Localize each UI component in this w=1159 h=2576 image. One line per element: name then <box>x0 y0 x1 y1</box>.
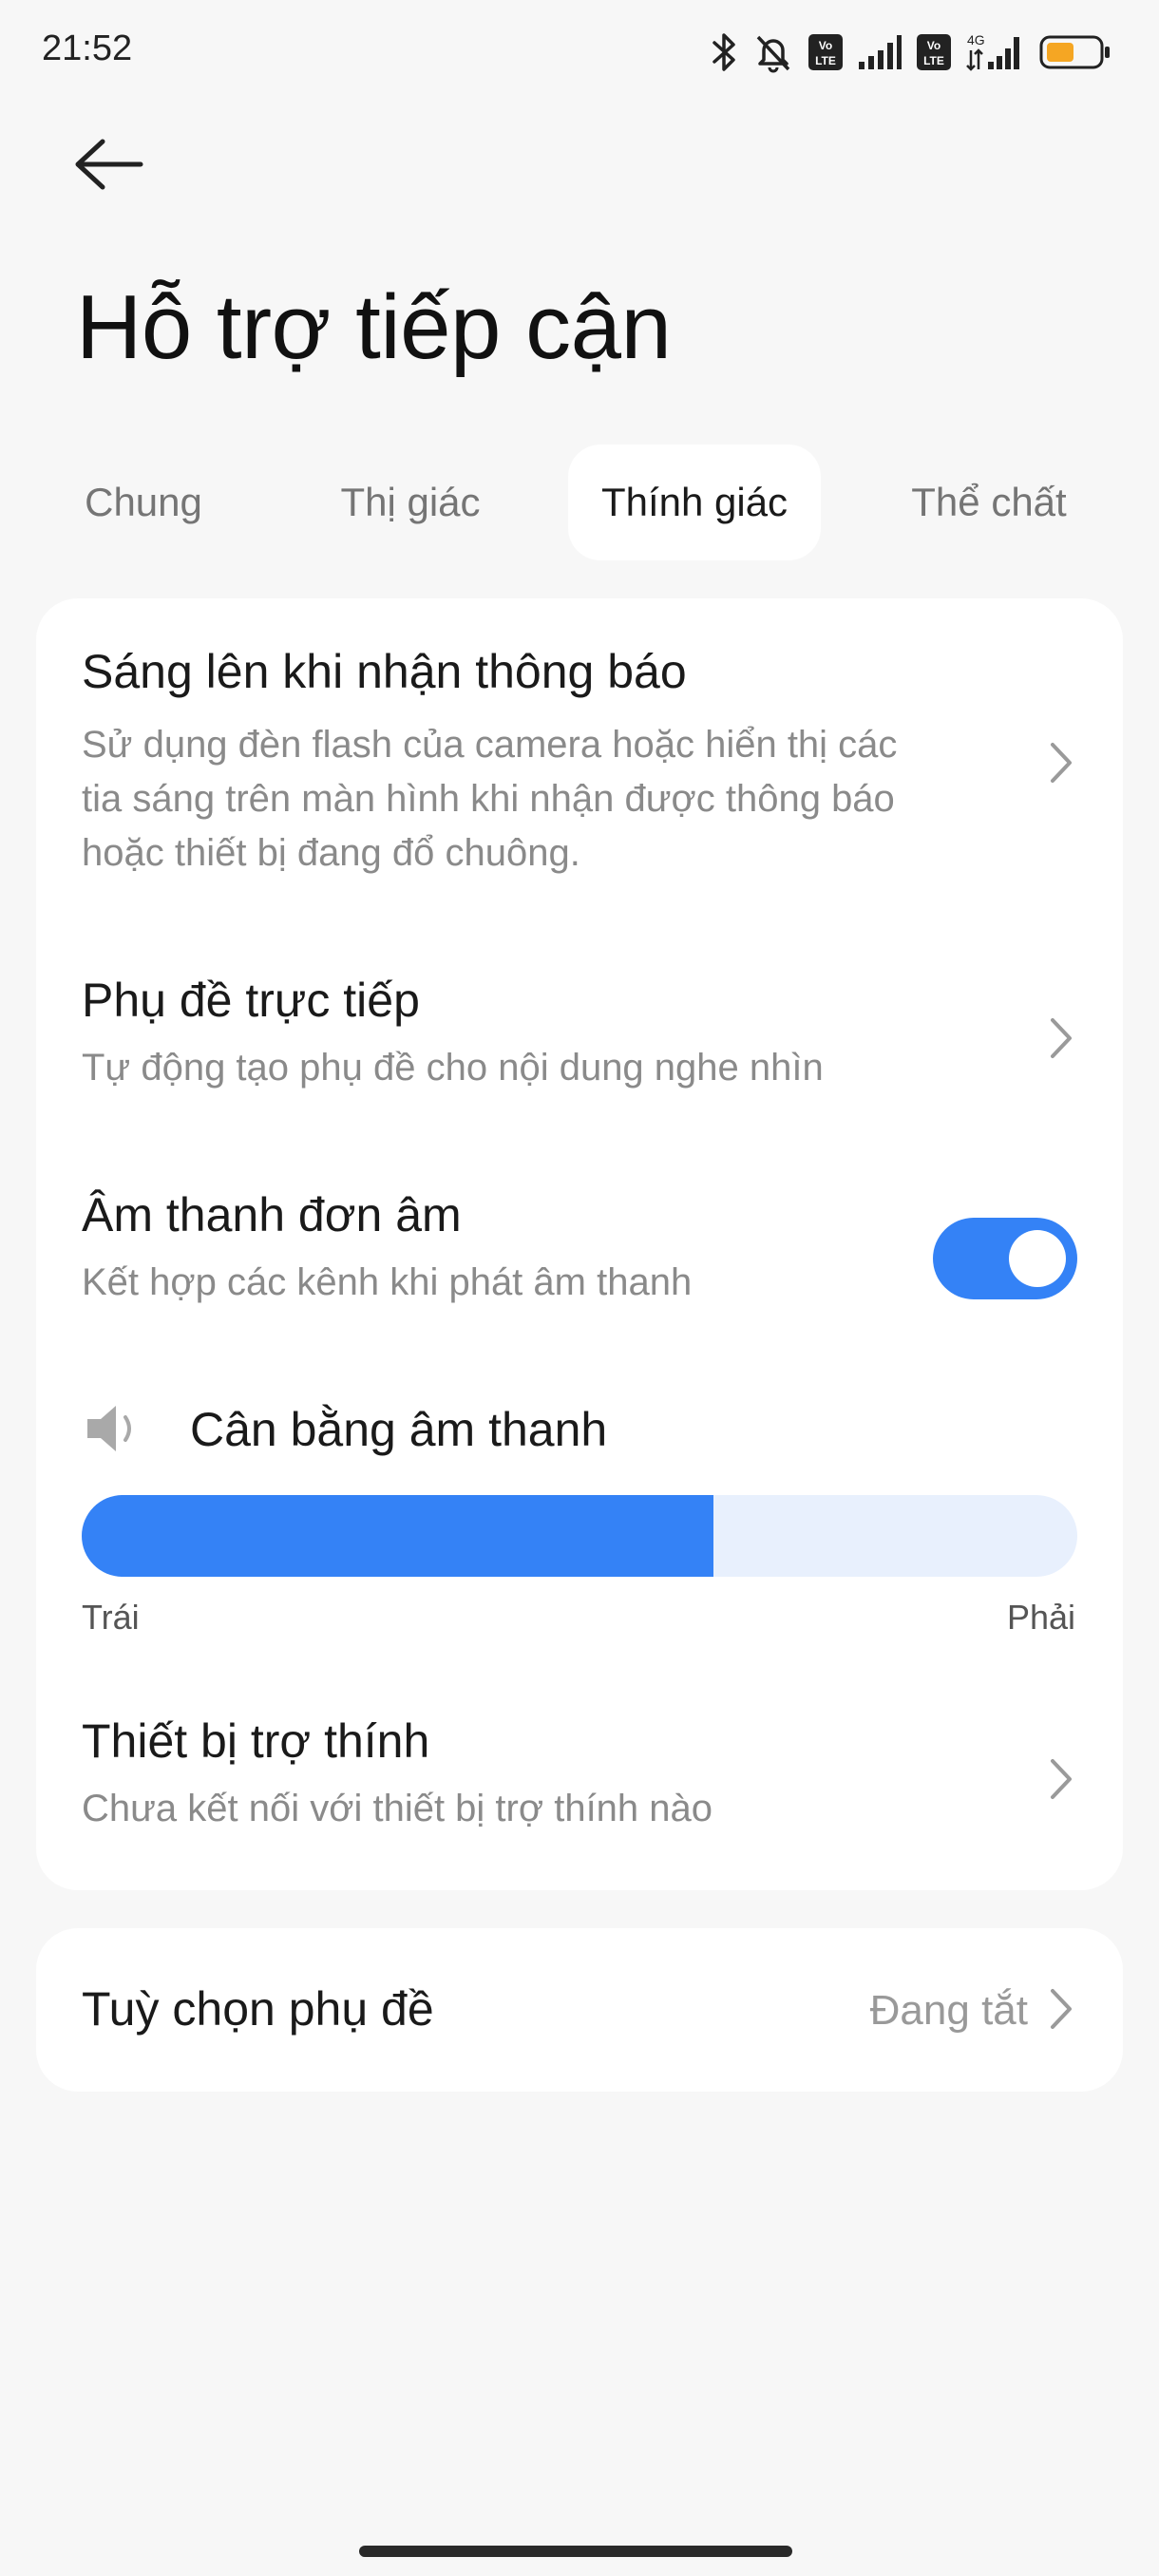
speaker-icon <box>87 1406 131 1451</box>
caption-options-value: Đang tắt <box>869 1987 1028 2034</box>
chevron-right-icon <box>1051 1989 1072 2029</box>
hearing-aids-subtitle: Chưa kết nối với thiết bị trợ thính nào <box>82 1788 713 1829</box>
chevron-right-icon <box>1051 1759 1072 1799</box>
tab-vision[interactable]: Thị giác <box>310 445 511 560</box>
tab-general[interactable]: Chung <box>46 445 241 560</box>
flash-notifications-title: Sáng lên khi nhận thông báo <box>82 645 687 698</box>
hearing-settings-card: Sáng lên khi nhận thông báo Sử dụng đèn … <box>36 598 1123 1890</box>
status-time: 21:52 <box>42 28 133 68</box>
accessibility-screen: 21:52 Vo LTE Vo LTE 4G Hỗ trợ tiếp cận C… <box>0 0 1159 2576</box>
page-title: Hỗ trợ tiếp cận <box>76 276 672 378</box>
toggle-knob <box>1009 1230 1066 1287</box>
balance-right-label: Phải <box>1006 1598 1075 1637</box>
back-button[interactable] <box>74 131 160 198</box>
tab-bar: Chung Thị giác Thính giác Thể chất <box>0 445 1159 560</box>
mono-audio-toggle[interactable] <box>933 1218 1077 1299</box>
flash-notifications-row[interactable]: Sáng lên khi nhận thông báo Sử dụng đèn … <box>36 598 1123 902</box>
svg-text:LTE: LTE <box>923 54 944 67</box>
arrow-left-icon <box>75 139 143 190</box>
silent-bell-icon <box>752 31 794 73</box>
balance-left-label: Trái <box>82 1598 140 1637</box>
battery-icon <box>1039 33 1112 71</box>
mono-audio-title: Âm thanh đơn âm <box>82 1188 462 1241</box>
svg-text:LTE: LTE <box>815 54 836 67</box>
audio-balance-row: Cân bằng âm thanh Trái Phải <box>36 1358 1123 1637</box>
svg-text:Vo: Vo <box>819 39 832 52</box>
volte-icon: Vo LTE <box>808 33 844 71</box>
svg-text:4G: 4G <box>967 32 985 47</box>
bluetooth-icon <box>711 31 739 73</box>
volte-icon: Vo LTE <box>916 33 952 71</box>
hearing-aids-row[interactable]: Thiết bị trợ thính Chưa kết nối với thiế… <box>36 1672 1123 1881</box>
caption-options-title: Tuỳ chọn phụ đề <box>82 1982 434 2036</box>
signal-icon <box>857 33 902 71</box>
tab-physical[interactable]: Thể chất <box>884 445 1094 560</box>
audio-balance-title: Cân bằng âm thanh <box>190 1403 608 1456</box>
signal-4g-icon: 4G <box>965 31 1026 73</box>
chevron-right-icon <box>1051 743 1072 783</box>
chevron-right-icon <box>1051 1018 1072 1058</box>
mono-audio-row: Âm thanh đơn âm Kết hợp các kênh khi phá… <box>36 1149 1123 1311</box>
live-caption-row[interactable]: Phụ đề trực tiếp Tự động tạo phụ đề cho … <box>36 921 1123 1111</box>
flash-notifications-subtitle: Sử dụng đèn flash của camera hoặc hiển t… <box>82 724 898 874</box>
mono-audio-subtitle: Kết hợp các kênh khi phát âm thanh <box>82 1261 693 1303</box>
live-caption-subtitle: Tự động tạo phụ đề cho nội dung nghe nhì… <box>82 1047 824 1089</box>
audio-balance-slider[interactable] <box>82 1495 1077 1577</box>
live-caption-title: Phụ đề trực tiếp <box>82 974 420 1027</box>
caption-options-card[interactable]: Tuỳ chọn phụ đề Đang tắt <box>36 1928 1123 2092</box>
tab-hearing[interactable]: Thính giác <box>568 445 821 560</box>
svg-text:Vo: Vo <box>927 39 940 52</box>
status-bar: 21:52 Vo LTE Vo LTE 4G <box>0 0 1159 104</box>
slider-fill <box>82 1495 714 1577</box>
home-indicator[interactable] <box>359 2546 792 2557</box>
hearing-aids-title: Thiết bị trợ thính <box>82 1714 430 1768</box>
status-icons: Vo LTE Vo LTE 4G <box>711 28 1112 76</box>
